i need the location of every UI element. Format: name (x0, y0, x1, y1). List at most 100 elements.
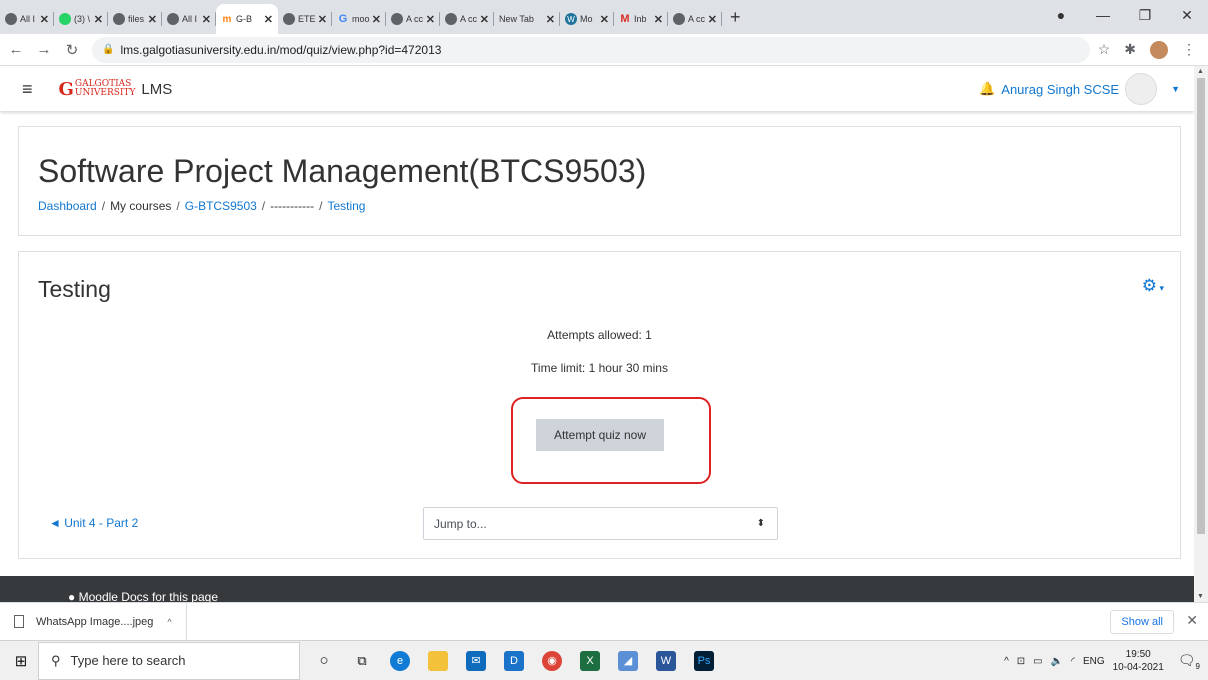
dell-icon[interactable]: D (504, 650, 524, 671)
close-icon[interactable]: ✕ (654, 13, 663, 26)
file-explorer-icon[interactable] (428, 650, 448, 671)
chevron-down-icon[interactable]: ▼ (1171, 84, 1180, 94)
language-indicator[interactable]: ENG (1083, 656, 1105, 667)
scroll-thumb[interactable] (1197, 78, 1205, 534)
browser-tab[interactable]: All I ✕ (0, 4, 54, 34)
close-icon[interactable]: ✕ (94, 13, 103, 26)
scroll-up-icon[interactable]: ▲ (1197, 68, 1204, 75)
close-icon[interactable]: ✕ (148, 13, 157, 26)
volume-icon[interactable]: 🔈 (1051, 656, 1063, 667)
browser-tab[interactable]: A cc ✕ (668, 4, 722, 34)
windows-taskbar: ⊞ ⚲ Type here to search ○ ⧉ e ✉ D ◉ X ◢ … (0, 640, 1208, 680)
cortana-icon[interactable]: ○ (314, 651, 334, 671)
browser-tab[interactable]: All I ✕ (162, 4, 216, 34)
tray-app-icon[interactable]: ⊡ (1017, 656, 1025, 667)
close-icon[interactable]: ✕ (40, 13, 49, 26)
browser-toolbar: ← → ↻ 🔒 lms.galgotiasuniversity.edu.in/m… (0, 34, 1208, 66)
restore-icon[interactable]: ❐ (1124, 7, 1166, 24)
reload-icon[interactable]: ↻ (60, 41, 84, 59)
chevron-up-icon[interactable]: ^ (167, 617, 171, 627)
site-logo[interactable]: G GALGOTIAS UNIVERSITY LMS (59, 79, 173, 100)
browser-tab[interactable]: New Tab ✕ (494, 4, 560, 34)
close-icon[interactable]: ✕ (318, 13, 327, 26)
close-icon[interactable]: ✕ (202, 13, 211, 26)
close-icon[interactable]: ✕ (264, 13, 273, 26)
gear-icon[interactable]: ⚙ ▾ (1142, 276, 1164, 296)
photoshop-icon[interactable]: Ps (694, 650, 714, 671)
green-chat-icon (59, 13, 71, 25)
globe-icon (167, 13, 179, 25)
download-item[interactable]: WhatsApp Image....jpeg ^ (0, 603, 187, 640)
globe-icon (113, 13, 125, 25)
breadcrumb: Dashboard / My courses / G-BTCS9503/--------… (38, 199, 366, 213)
page-scrollbar[interactable]: ▲ ▼ (1194, 66, 1208, 602)
close-icon[interactable]: ✕ (1186, 612, 1198, 629)
attempt-quiz-button[interactable]: Attempt quiz now (536, 419, 664, 451)
back-icon[interactable]: ← (4, 41, 28, 58)
breadcrumb-course[interactable]: G-BTCS9503 (185, 199, 257, 213)
clock[interactable]: 19:50 10-04-2021 (1113, 648, 1164, 674)
profile-icon[interactable]: ● (1040, 7, 1082, 23)
minimize-icon[interactable]: — (1082, 7, 1124, 23)
download-filename: WhatsApp Image....jpeg (36, 615, 154, 628)
user-menu[interactable]: 🔔 Anurag Singh SCSE ▼ (979, 67, 1180, 111)
scroll-down-icon[interactable]: ▼ (1197, 593, 1204, 600)
breadcrumb-quiz[interactable]: Testing (327, 199, 365, 213)
star-icon[interactable]: ☆ (1098, 41, 1111, 58)
windows-start-icon[interactable]: ⊞ (4, 652, 38, 670)
browser-tab[interactable]: files ✕ (108, 4, 162, 34)
close-icon[interactable]: ✕ (600, 13, 609, 26)
word-icon[interactable]: W (656, 650, 676, 671)
close-window-icon[interactable]: ✕ (1166, 7, 1208, 24)
hamburger-icon[interactable]: ≡ (22, 79, 33, 100)
search-icon: ⚲ (51, 652, 61, 668)
browser-tab[interactable]: (3) \ ✕ (54, 4, 108, 34)
address-bar[interactable]: 🔒 lms.galgotiasuniversity.edu.in/mod/qui… (92, 36, 1090, 63)
user-avatar[interactable] (1125, 73, 1158, 105)
menu-icon[interactable]: ⋮ (1182, 41, 1196, 58)
extensions-icon[interactable]: ✱ (1124, 41, 1136, 58)
task-view-icon[interactable]: ⧉ (352, 651, 372, 671)
notification-count: 9 (1195, 661, 1200, 671)
show-all-button[interactable]: Show all (1110, 610, 1174, 634)
edge-icon[interactable]: e (390, 650, 410, 671)
globe-icon (283, 13, 295, 25)
browser-tab-active[interactable]: m G-B ✕ (216, 4, 278, 34)
prev-activity-link[interactable]: ◄ Unit 4 - Part 2 (49, 516, 138, 530)
bell-icon[interactable]: 🔔 (979, 81, 995, 97)
file-icon (14, 615, 24, 628)
forward-icon[interactable]: → (32, 41, 56, 58)
moodle-navbar: ≡ G GALGOTIAS UNIVERSITY LMS 🔔 Anurag Sin… (0, 67, 1194, 111)
footer-link[interactable]: Moodle Docs for this page (79, 590, 218, 602)
media-icon[interactable]: ◢ (618, 650, 638, 671)
tray-chevron-icon[interactable]: ^ (1004, 656, 1009, 667)
browser-tab[interactable]: A cc ✕ (386, 4, 440, 34)
select-arrows-icon: ⬍ (756, 518, 765, 529)
profile-avatar[interactable] (1150, 40, 1168, 59)
browser-tab[interactable]: A cc ✕ (440, 4, 494, 34)
attempts-allowed: Attempts allowed: 1 (547, 328, 652, 342)
excel-icon[interactable]: X (580, 650, 600, 671)
close-icon[interactable]: ✕ (480, 13, 489, 26)
network-icon[interactable]: ▭ (1033, 656, 1042, 667)
url-text: lms.galgotiasuniversity.edu.in/mod/quiz/… (120, 42, 442, 57)
jump-to-select[interactable]: Jump to... ⬍ (423, 507, 778, 540)
close-icon[interactable]: ✕ (372, 13, 381, 26)
browser-tab[interactable]: M Inb ✕ (614, 4, 668, 34)
mail-icon[interactable]: ✉ (466, 650, 486, 671)
taskbar-search[interactable]: ⚲ Type here to search (38, 641, 300, 680)
breadcrumb-dashboard[interactable]: Dashboard (38, 199, 97, 213)
browser-tab[interactable]: Gmoo ✕ (332, 4, 386, 34)
new-tab-button[interactable]: + (730, 7, 741, 28)
wordpress-icon: W (565, 13, 577, 25)
wifi-icon[interactable]: ◜ (1071, 656, 1075, 667)
browser-tab[interactable]: W Mo ✕ (560, 4, 614, 34)
notification-icon[interactable]: 🗨9 (1178, 652, 1200, 671)
taskbar-search-placeholder: Type here to search (70, 653, 186, 668)
close-icon[interactable]: ✕ (426, 13, 435, 26)
close-icon[interactable]: ✕ (546, 13, 555, 26)
browser-tab[interactable]: ETE ✕ (278, 4, 332, 34)
user-name[interactable]: Anurag Singh SCSE (1001, 82, 1119, 97)
chrome-icon[interactable]: ◉ (542, 650, 562, 671)
close-icon[interactable]: ✕ (708, 13, 717, 26)
